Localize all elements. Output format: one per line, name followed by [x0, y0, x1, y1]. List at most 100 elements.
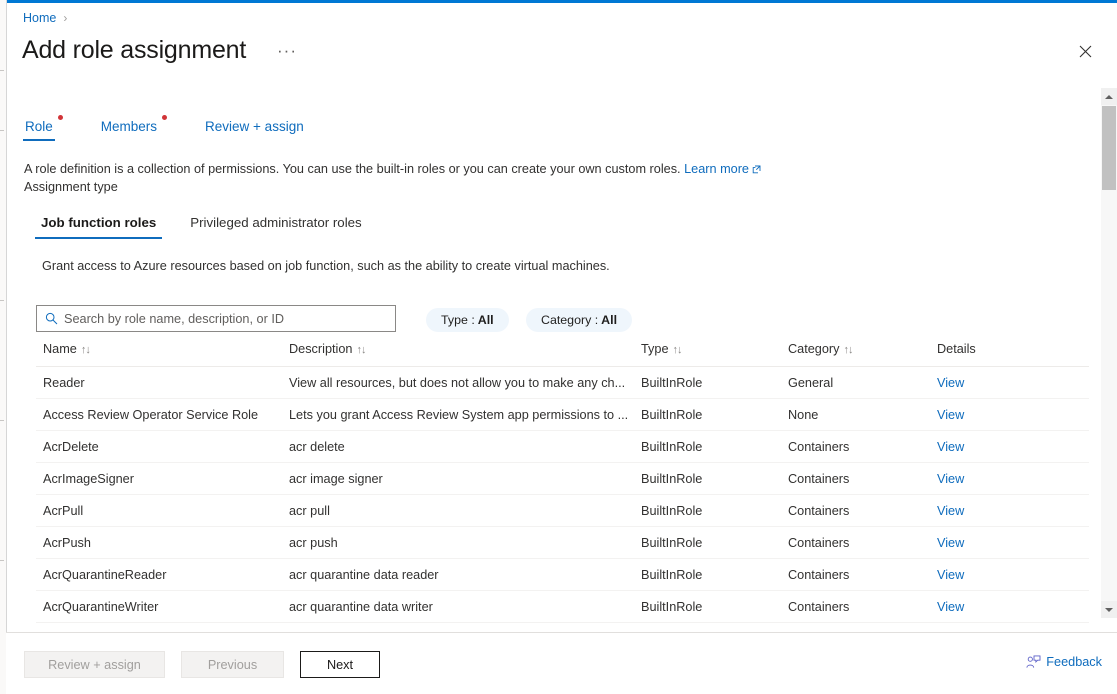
add-role-assignment-blade: Home › Add role assignment ··· Role Membe…: [6, 0, 1117, 694]
search-icon: [45, 312, 58, 325]
tab-role[interactable]: Role: [23, 115, 63, 141]
role-type: BuiltInRole: [641, 408, 703, 422]
role-type: BuiltInRole: [641, 568, 703, 582]
role-details-link[interactable]: View: [937, 495, 1047, 527]
sort-arrows-icon: ↑↓: [843, 344, 853, 356]
more-options-icon[interactable]: ···: [275, 42, 299, 66]
role-name: AcrImageSigner: [43, 472, 134, 486]
pivot-job-function-roles[interactable]: Job function roles: [35, 215, 163, 239]
role-details-link[interactable]: View: [937, 431, 1047, 463]
filter-pill-category[interactable]: Category : All: [526, 308, 633, 332]
role-details-link[interactable]: View: [937, 367, 1047, 399]
role-category: Containers: [788, 536, 850, 550]
role-type-pivot: Job function roles Privileged administrat…: [35, 214, 390, 239]
chevron-down-icon: [1105, 607, 1113, 612]
search-input[interactable]: [64, 306, 395, 331]
table-header-row: Name ↑↓ Description ↑↓ Type ↑↓ Category ↑↓ D…: [36, 342, 1089, 367]
role-details-link[interactable]: View: [937, 591, 1047, 623]
tab-members[interactable]: Members: [99, 115, 168, 141]
scroll-up-button[interactable]: [1101, 88, 1117, 105]
review-assign-button[interactable]: Review + assign: [24, 651, 165, 678]
role-type: BuiltInRole: [641, 440, 703, 454]
tab-members-label: Members: [100, 119, 158, 134]
breadcrumb: Home ›: [23, 11, 67, 25]
role-type: BuiltInRole: [641, 600, 703, 614]
table-body: Reader View all resources, but does not a…: [36, 367, 1089, 623]
feedback-button[interactable]: Feedback: [1026, 655, 1102, 669]
scrollbar-thumb[interactable]: [1102, 106, 1116, 190]
azure-portal-blade-backdrop: Home › Add role assignment ··· Role Membe…: [0, 0, 1117, 694]
table-row[interactable]: AcrQuarantineWriter acr quarantine data w…: [36, 591, 1089, 623]
tab-review-assign[interactable]: Review + assign: [203, 119, 306, 141]
role-name: AcrPush: [43, 536, 91, 550]
role-category: Containers: [788, 504, 850, 518]
role-category: None: [788, 408, 819, 422]
role-description: acr pull: [289, 504, 330, 518]
role-name: AcrQuarantineWriter: [43, 600, 159, 614]
table-row[interactable]: Access Review Operator Service Role Lets …: [36, 399, 1089, 431]
role-details-link[interactable]: View: [937, 399, 1047, 431]
pivot-privileged-administrator-roles[interactable]: Privileged administrator roles: [184, 215, 367, 239]
column-header-name[interactable]: Name ↑↓: [43, 342, 283, 356]
roles-table: Name ↑↓ Description ↑↓ Type ↑↓ Category ↑↓ D…: [36, 342, 1089, 623]
required-dot-icon: [57, 115, 63, 120]
blade-footer: Review + assign Previous Next Feedback: [6, 632, 1117, 694]
tab-role-label: Role: [25, 119, 53, 134]
table-row[interactable]: AcrPush acr push BuiltInRole Containers View: [36, 527, 1089, 559]
role-description: acr delete: [289, 440, 345, 454]
tab-review-assign-label: Review + assign: [205, 119, 304, 134]
sort-arrows-icon: ↑↓: [672, 344, 683, 356]
table-row[interactable]: AcrQuarantineReader acr quarantine data r…: [36, 559, 1089, 591]
search-box[interactable]: [36, 305, 396, 332]
pivot-description: Grant access to Azure resources based on…: [42, 259, 610, 273]
role-name: Reader: [43, 376, 85, 390]
role-type: BuiltInRole: [641, 504, 703, 518]
column-header-type[interactable]: Type ↑↓: [641, 342, 781, 356]
role-description: A role definition is a collection of per…: [24, 162, 761, 177]
chevron-up-icon: [1105, 94, 1113, 99]
column-header-description[interactable]: Description ↑↓: [289, 342, 629, 356]
close-button[interactable]: [1067, 36, 1103, 66]
role-description-text: A role definition is a collection of per…: [24, 162, 681, 176]
table-row[interactable]: Reader View all resources, but does not a…: [36, 367, 1089, 399]
role-name: AcrPull: [43, 504, 84, 518]
assignment-type-label: Assignment type: [24, 180, 118, 194]
role-category: Containers: [788, 472, 850, 486]
table-row[interactable]: AcrPull acr pull BuiltInRole Containers View: [36, 495, 1089, 527]
column-header-category[interactable]: Category ↑↓: [788, 342, 928, 356]
role-type: BuiltInRole: [641, 376, 703, 390]
filter-pill-type[interactable]: Type : All: [426, 308, 509, 332]
sort-arrows-icon: ↑↓: [356, 344, 366, 356]
table-row[interactable]: AcrDelete acr delete BuiltInRole Containers…: [36, 431, 1089, 463]
blade-scrollbar[interactable]: [1101, 88, 1117, 618]
close-icon: [1079, 45, 1091, 57]
required-dot-icon: [162, 115, 168, 120]
table-row[interactable]: AcrImageSigner acr image signer BuiltInRol…: [36, 463, 1089, 495]
role-category: Containers: [788, 440, 850, 454]
feedback-label: Feedback: [1046, 655, 1102, 669]
role-type: BuiltInRole: [641, 536, 703, 550]
filter-pill-category-value: All: [601, 313, 618, 327]
role-category: Containers: [788, 600, 850, 614]
role-description: Lets you grant Access Review System app …: [289, 408, 629, 422]
feedback-icon: [1026, 655, 1041, 668]
previous-button[interactable]: Previous: [181, 651, 284, 678]
filter-pill-type-value: All: [477, 313, 494, 327]
breadcrumb-home-link[interactable]: Home: [23, 11, 56, 25]
external-link-icon: [752, 163, 761, 177]
column-header-details: Details: [937, 342, 976, 356]
role-name: Access Review Operator Service Role: [43, 408, 259, 422]
next-button[interactable]: Next: [300, 651, 380, 678]
role-details-link[interactable]: View: [937, 559, 1047, 591]
role-details-link[interactable]: View: [937, 527, 1047, 559]
role-details-link[interactable]: View: [937, 463, 1047, 495]
role-category: General: [788, 376, 834, 390]
role-name: AcrDelete: [43, 440, 99, 454]
sort-arrows-icon: ↑↓: [80, 344, 91, 356]
learn-more-link[interactable]: Learn more: [684, 162, 749, 176]
wizard-tabs: Role Members Review + assign: [23, 115, 350, 148]
role-description: View all resources, but does not allow y…: [289, 376, 626, 390]
scroll-down-button[interactable]: [1101, 601, 1117, 618]
role-category: Containers: [788, 568, 850, 582]
breadcrumb-separator-icon: ›: [63, 11, 68, 25]
